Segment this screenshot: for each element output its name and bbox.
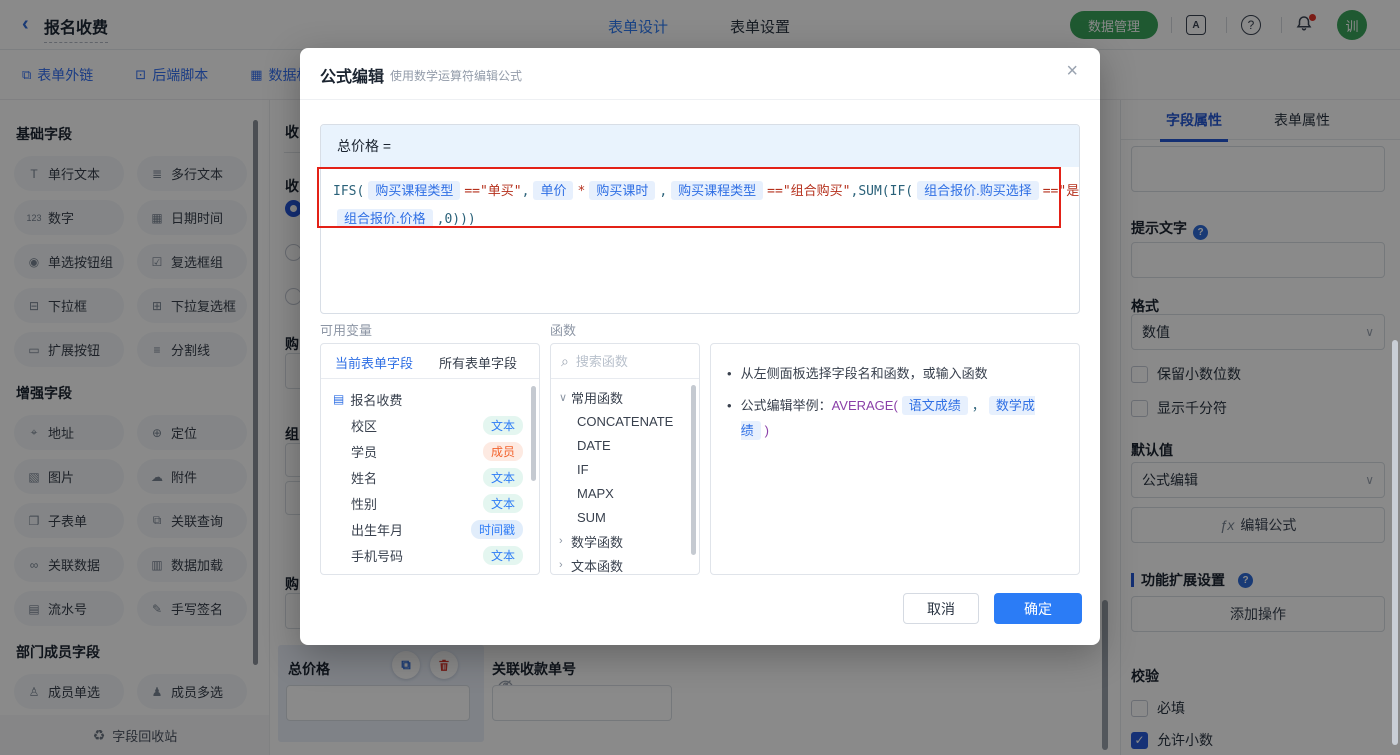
variables-root-label: 报名收费 — [350, 392, 403, 408]
formula-field-chip[interactable]: 组合报价.价格 — [337, 209, 433, 228]
variable-rows: 校区 文本 学员 成员 姓名 文本 性别 文本 出生年月 时间戳 手机号码 文本 — [321, 412, 539, 568]
cancel-button[interactable]: 取消 — [903, 593, 979, 624]
variable-row-性别[interactable]: 性别 文本 — [321, 490, 539, 516]
variable-row-出生年月[interactable]: 出生年月 时间戳 — [321, 516, 539, 542]
variables-tabs: 当前表单字段 所有表单字段 — [321, 344, 539, 379]
function-name: DATE — [577, 437, 611, 453]
variable-name: 学员 — [351, 444, 378, 460]
variable-row-手机号码[interactable]: 手机号码 文本 — [321, 542, 539, 568]
variable-type-badge: 时间戳 — [470, 519, 523, 539]
function-item-CONCATENATE[interactable]: CONCATENATE — [551, 409, 699, 433]
function-item-IF[interactable]: IF — [551, 457, 699, 481]
function-group-label: 常用函数 — [571, 390, 624, 406]
formula-token: =="组合购买" — [767, 184, 851, 199]
formula-line: 组合报价.价格 ,0))) — [333, 205, 1067, 233]
formula-line: IFS(购买课程类型 =="单买", 单价 * 购买课时, 购买课程类型 =="组合购买",… — [333, 177, 1079, 205]
variable-name: 姓名 — [351, 470, 378, 486]
variable-type-badge: 文本 — [482, 545, 523, 565]
function-group-文本函数[interactable]: › 文本函数 — [551, 553, 699, 574]
variables-list: ▤ 报名收费 校区 文本 学员 成员 姓名 文本 性别 文本 出生年月 时间戳 手机号码 文本 — [321, 379, 539, 568]
function-group-常用函数[interactable]: ∨ 常用函数 — [551, 385, 699, 409]
modal-header: 公式编辑 使用数学运算符编辑公式 × — [300, 48, 1100, 100]
close-icon[interactable]: × — [1066, 61, 1078, 81]
variable-row-校区[interactable]: 校区 文本 — [321, 412, 539, 438]
function-search-input[interactable] — [575, 353, 671, 369]
functions-scrollbar[interactable] — [691, 385, 696, 555]
formula-token: * — [577, 184, 586, 199]
function-list: ∨ 常用函数 CONCATENATE DATE IF MAPX SUM › 数学函数 › 文本函数 — [551, 379, 699, 574]
formula-editor-modal: 公式编辑 使用数学运算符编辑公式 × 总价格 = IFS(购买课程类型 =="单买… — [300, 48, 1100, 645]
variables-root[interactable]: ▤ 报名收费 — [321, 386, 539, 412]
help-panel: • 从左侧面板选择字段名和函数，或输入函数 • 公式编辑举例：AVERAGE(语… — [710, 343, 1080, 575]
function-group-数学函数[interactable]: › 数学函数 — [551, 529, 699, 553]
function-item-SUM[interactable]: SUM — [551, 505, 699, 529]
variable-name: 出生年月 — [351, 522, 404, 538]
chevron-right-icon: › — [559, 535, 563, 547]
formula-field-chip[interactable]: 语文成绩 — [901, 396, 968, 415]
bullet-icon: • — [727, 366, 732, 381]
confirm-button[interactable]: 确定 — [994, 593, 1082, 624]
function-item-MAPX[interactable]: MAPX — [551, 481, 699, 505]
formula-token: , — [659, 184, 668, 199]
form-doc-icon: ▤ — [333, 392, 345, 406]
formula-editor: 总价格 = IFS(购买课程类型 =="单买", 单价 * 购买课时, 购买课程类型 =="… — [320, 124, 1080, 314]
tab-all-form-fields[interactable]: 所有表单字段 — [439, 353, 517, 372]
variables-panel: 当前表单字段 所有表单字段 ▤ 报名收费 校区 文本 学员 成员 姓名 文本 性别 文本 出生年… — [320, 343, 540, 575]
variable-name: 性别 — [351, 496, 378, 512]
formula-result-label: 总价格 = — [321, 125, 1079, 167]
formula-token: SUM(IF( — [858, 184, 914, 199]
formula-field-chip[interactable]: 购买课程类型 — [368, 181, 461, 200]
modal-subtitle: 使用数学运算符编辑公式 — [390, 69, 523, 83]
variables-label: 可用变量 — [320, 323, 373, 338]
formula-field-chip[interactable]: 组合报价.购买选择 — [917, 181, 1039, 200]
help-content: • 从左侧面板选择字段名和函数，或输入函数 • 公式编辑举例：AVERAGE(语… — [711, 344, 1079, 467]
function-group-label: 文本函数 — [571, 558, 624, 574]
formula-token: , — [521, 184, 530, 199]
variable-name: 手机号码 — [351, 548, 404, 564]
tab-current-form-fields[interactable]: 当前表单字段 — [335, 353, 413, 372]
formula-token: IFS( — [333, 184, 365, 199]
function-search: ⌕ — [551, 344, 699, 379]
variable-type-badge: 文本 — [482, 493, 523, 513]
formula-field-chip[interactable]: 购买课时 — [589, 181, 656, 200]
function-group-label: 数学函数 — [571, 534, 624, 550]
help-example: 公式编辑举例：AVERAGE(语文成绩，数学成绩) — [740, 393, 1063, 443]
variable-row-学员[interactable]: 学员 成员 — [321, 438, 539, 464]
variables-scrollbar[interactable] — [531, 386, 536, 481]
formula-field-chip[interactable]: 购买课程类型 — [671, 181, 764, 200]
function-name: MAPX — [577, 485, 614, 501]
formula-token: ,0))) — [436, 212, 476, 227]
formula-token: ) — [764, 423, 769, 438]
function-item-DATE[interactable]: DATE — [551, 433, 699, 457]
app-root: ‹ 报名收费 表单设计 表单设置 数据管理 A ? 训 ⧉ 表单外链 ⊡ 后端脚本 ▦ 数… — [0, 0, 1400, 755]
variable-type-badge: 文本 — [482, 467, 523, 487]
formula-field-chip[interactable]: 单价 — [533, 181, 574, 200]
function-name: SUM — [577, 509, 606, 525]
formula-token: 公式编辑举例： — [740, 398, 832, 413]
modal-title: 公式编辑 — [320, 69, 385, 86]
search-icon: ⌕ — [561, 352, 569, 369]
page-scrollbar[interactable] — [1392, 340, 1398, 745]
help-line-2: • 公式编辑举例：AVERAGE(语文成绩，数学成绩) — [727, 393, 1063, 443]
bullet-icon: • — [727, 398, 732, 413]
variable-type-badge: 成员 — [482, 441, 523, 461]
chevron-down-icon: ∨ — [559, 391, 568, 404]
formula-token: =="是" — [1042, 184, 1080, 199]
formula-token: AVERAGE( — [831, 398, 898, 413]
formula-code-area[interactable]: IFS(购买课程类型 =="单买", 单价 * 购买课时, 购买课程类型 =="组合购买",… — [321, 167, 1079, 243]
chevron-right-icon: › — [559, 559, 563, 571]
variable-name: 校区 — [351, 418, 378, 434]
help-line-1: • 从左侧面板选择字段名和函数，或输入函数 — [727, 361, 1063, 386]
functions-panel: ⌕ ∨常用函数 CONCATENATE DATE IF MAPX SUM › 数学函数 › 文本函… — [550, 343, 700, 575]
function-name: CONCATENATE — [577, 413, 674, 429]
function-name: IF — [577, 461, 589, 477]
formula-token: =="单买" — [464, 184, 522, 199]
formula-token: ， — [971, 398, 985, 413]
variable-row-姓名[interactable]: 姓名 文本 — [321, 464, 539, 490]
variable-type-badge: 文本 — [482, 415, 523, 435]
help-text-1: 从左侧面板选择字段名和函数，或输入函数 — [740, 366, 988, 381]
functions-label: 函数 — [550, 323, 577, 338]
